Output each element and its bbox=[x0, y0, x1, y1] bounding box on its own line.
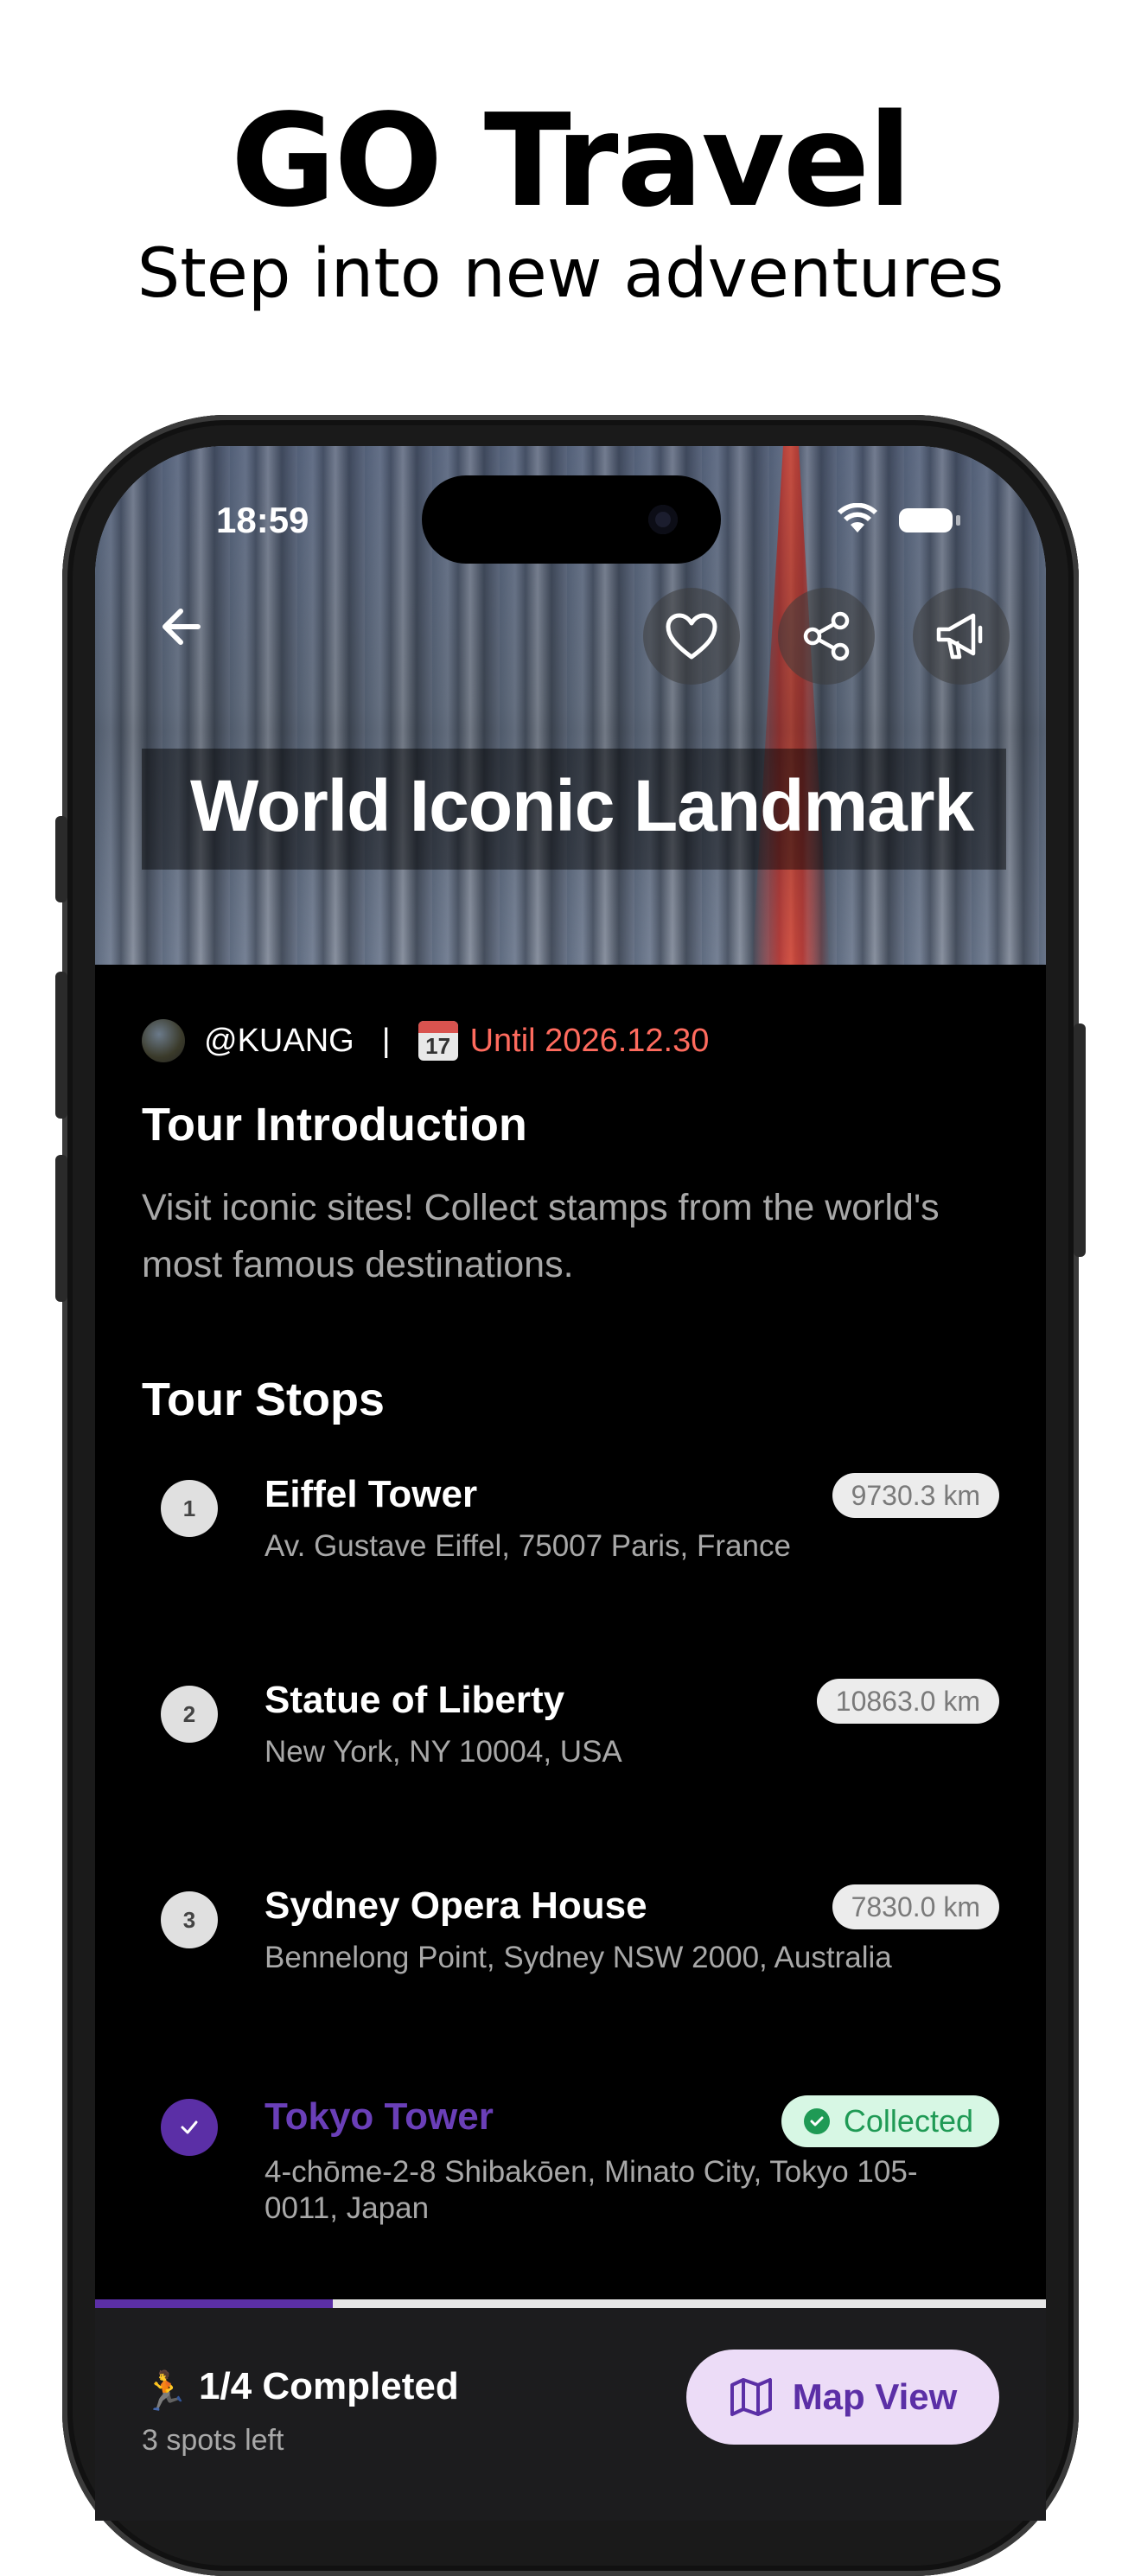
progress-fill bbox=[95, 2299, 333, 2308]
phone-action-button bbox=[55, 816, 67, 902]
heart-icon bbox=[666, 613, 717, 660]
stop-address: Bennelong Point, Sydney NSW 2000, Austra… bbox=[265, 1941, 892, 1974]
hero-title: World Iconic Landmark bbox=[190, 765, 974, 846]
stop-address: 4-chōme-2-8 Shibakōen, Minato City, Toky… bbox=[265, 2155, 918, 2225]
stop-number-badge: 2 bbox=[161, 1686, 218, 1743]
stop-address: Av. Gustave Eiffel, 75007 Paris, France bbox=[265, 1529, 791, 1563]
megaphone-icon bbox=[936, 613, 983, 660]
stop-item-statue-of-liberty[interactable]: 2 Statue of Liberty New York, NY 10004, … bbox=[95, 1665, 1046, 1812]
phone-power-button bbox=[1074, 1023, 1086, 1257]
arrow-left-icon bbox=[163, 609, 201, 645]
promo-title: GO Travel bbox=[231, 86, 912, 235]
phone-volume-down bbox=[55, 1155, 67, 1302]
share-button[interactable] bbox=[778, 588, 875, 685]
collected-label: Collected bbox=[843, 2103, 973, 2139]
distance-badge: 7830.0 km bbox=[832, 1884, 999, 1929]
stop-item-tokyo-tower[interactable]: Tokyo Tower 4-chōme-2-8 Shibakōen, Minat… bbox=[95, 2078, 1046, 2260]
stop-item-sydney-opera-house[interactable]: 3 Sydney Opera House Bennelong Point, Sy… bbox=[95, 1871, 1046, 2018]
distance-badge: 9730.3 km bbox=[832, 1473, 999, 1518]
completed-count: 1/4 Completed bbox=[199, 2365, 459, 2407]
stop-number-badge: 1 bbox=[161, 1480, 218, 1537]
progress-bar bbox=[95, 2299, 1046, 2308]
stop-name: Sydney Opera House bbox=[265, 1884, 647, 1927]
app-screen: 18:59 World Iconic Landmark @KUANG | 17 … bbox=[95, 446, 1046, 2521]
author-handle[interactable]: @KUANG bbox=[204, 1023, 354, 1060]
check-icon bbox=[181, 2120, 198, 2134]
stop-name: Tokyo Tower bbox=[265, 2095, 494, 2138]
until-date: Until 2026.12.30 bbox=[469, 1022, 710, 1059]
collected-badge: Collected bbox=[781, 2095, 999, 2147]
stop-name: Eiffel Tower bbox=[265, 1473, 478, 1515]
map-icon bbox=[730, 2378, 772, 2416]
back-button[interactable] bbox=[150, 596, 211, 657]
spots-left: 3 spots left bbox=[142, 2424, 284, 2457]
distance-badge: 10863.0 km bbox=[816, 1679, 999, 1724]
intro-heading: Tour Introduction bbox=[142, 1099, 527, 1151]
wifi-icon bbox=[838, 503, 877, 532]
meta-separator: | bbox=[381, 1022, 391, 1059]
calendar-day: 17 bbox=[425, 1033, 451, 1059]
stops-heading: Tour Stops bbox=[142, 1374, 385, 1425]
map-view-button[interactable]: Map View bbox=[686, 2350, 999, 2445]
battery-tip bbox=[956, 515, 960, 526]
camera-icon bbox=[648, 505, 678, 534]
stop-name: Statue of Liberty bbox=[265, 1679, 565, 1721]
meta-row: @KUANG | 17 Until 2026.12.30 bbox=[142, 1017, 709, 1065]
stop-address: New York, NY 10004, USA bbox=[265, 1735, 622, 1769]
favorite-button[interactable] bbox=[643, 588, 740, 685]
battery-icon bbox=[899, 508, 953, 532]
stop-number-badge: 3 bbox=[161, 1891, 218, 1948]
promo-subtitle: Step into new adventures bbox=[137, 235, 1004, 313]
check-circle-icon bbox=[803, 2108, 830, 2134]
stop-item-eiffel-tower[interactable]: 1 Eiffel Tower Av. Gustave Eiffel, 75007… bbox=[95, 1459, 1046, 1606]
share-icon bbox=[803, 611, 850, 661]
intro-text: Visit iconic sites! Collect stamps from … bbox=[142, 1187, 940, 1285]
avatar[interactable] bbox=[142, 1019, 185, 1062]
phone-volume-up bbox=[55, 972, 67, 1119]
stop-done-badge bbox=[161, 2099, 218, 2156]
runner-icon: 🏃 bbox=[142, 2370, 189, 2413]
status-time: 18:59 bbox=[216, 500, 309, 540]
bottom-bar: 🏃 1/4 Completed 3 spots left Map View bbox=[95, 2308, 1046, 2521]
announce-button[interactable] bbox=[913, 588, 1010, 685]
map-view-label: Map View bbox=[792, 2376, 958, 2417]
calendar-icon: 17 bbox=[418, 1021, 458, 1061]
